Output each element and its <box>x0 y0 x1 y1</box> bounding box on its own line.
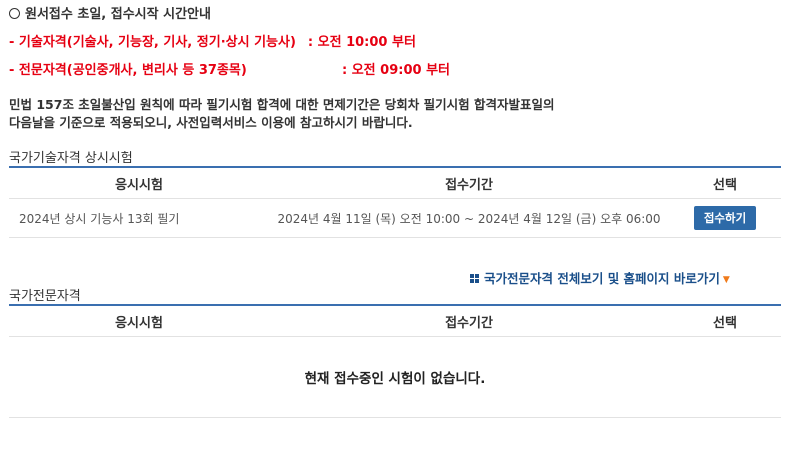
exemption-notice-paragraph: 민법 157조 초일불산입 원칙에 따라 필기시험 합격에 대한 면제기간은 당… <box>9 97 555 130</box>
tech-section-title: 국가기술자격 상시시험 <box>9 151 133 166</box>
pro-qualification-link[interactable]: 국가전문자격 전체보기 및 홈페이지 바로가기 ▼ <box>470 268 730 287</box>
pro-section-title: 국가전문자격 <box>9 289 81 304</box>
table-row: 2024년 상시 기능사 13회 필기 2024년 4월 11일 (목) 오전 … <box>9 199 781 238</box>
circle-bullet-icon <box>9 8 20 19</box>
table-header: 응시시험 접수기간 선택 <box>9 168 781 199</box>
grid-icon <box>470 274 479 283</box>
application-period: 2024년 4월 11일 (목) 오전 10:00 ~ 2024년 4월 12일… <box>277 211 661 226</box>
notice-heading: 원서접수 초일, 접수시작 시간안내 <box>9 6 789 34</box>
tech-exam-table: 응시시험 접수기간 선택 2024년 상시 기능사 13회 필기 2024년 4… <box>9 166 781 238</box>
empty-message: 현재 접수중인 시험이 없습니다. <box>9 337 781 418</box>
exam-name: 2024년 상시 기능사 13회 필기 <box>19 211 180 226</box>
pro-exam-table: 응시시험 접수기간 선택 현재 접수중인 시험이 없습니다. <box>9 304 781 418</box>
table-header: 응시시험 접수기간 선택 <box>9 306 781 337</box>
triangle-down-icon: ▼ <box>722 275 730 285</box>
apply-button[interactable]: 접수하기 <box>693 206 757 230</box>
notice-tech-time: - 기술자격(기술사, 기능장, 기사, 정기·상시 기능사): 오전 10:0… <box>9 35 416 50</box>
notice-box: 원서접수 초일, 접수시작 시간안내 - 기술자격(기술사, 기능장, 기사, … <box>9 6 789 90</box>
notice-pro-time: - 전문자격(공인중개사, 변리사 등 37종목): 오전 09:00 부터 <box>9 63 450 78</box>
